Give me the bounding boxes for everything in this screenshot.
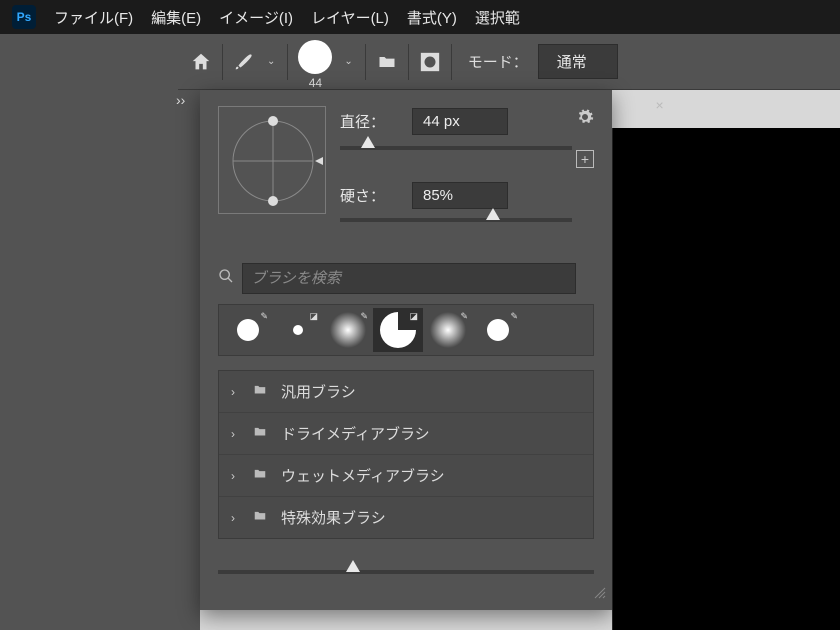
quick-mask-icon[interactable] xyxy=(419,51,441,73)
preset-soft-round[interactable]: ✎ xyxy=(323,308,373,352)
folder-icon xyxy=(251,509,269,527)
brush-size-label: 44 xyxy=(298,76,332,90)
diameter-slider-thumb[interactable] xyxy=(361,136,375,148)
brush-icon: ✎ xyxy=(460,311,468,322)
folder-label: ドライメディアブラシ xyxy=(281,423,430,444)
preset-angle-round[interactable]: ◪ xyxy=(373,308,423,352)
folder-label: ウェットメディアブラシ xyxy=(281,465,445,486)
collapsed-tool-strip[interactable]: ›› xyxy=(176,90,200,630)
diameter-label: 直径： xyxy=(340,111,398,132)
thumbnail-size-thumb[interactable] xyxy=(346,560,360,572)
diameter-input[interactable] xyxy=(412,108,508,135)
menu-bar: Ps ファイル(F) 編集(E) イメージ(I) レイヤー(L) 書式(Y) 選… xyxy=(0,0,840,34)
brush-preset-picker[interactable]: 44 xyxy=(298,40,332,90)
resize-grip-icon[interactable] xyxy=(592,585,606,604)
brush-preset-panel: 直径： 硬さ： + ✎ ◪ xyxy=(200,90,612,610)
divider xyxy=(451,44,452,80)
close-tab-icon[interactable]: × xyxy=(655,97,663,113)
brush-icon: ✎ xyxy=(510,311,518,322)
folder-special-effects-brushes[interactable]: › 特殊効果ブラシ xyxy=(219,497,593,538)
brush-preset-chevron-icon[interactable]: ⌄ xyxy=(342,56,354,67)
chevron-right-icon: › xyxy=(231,511,239,525)
folder-wet-media-brushes[interactable]: › ウェットメディアブラシ xyxy=(219,455,593,497)
diameter-slider[interactable] xyxy=(340,146,572,150)
folder-icon xyxy=(251,467,269,485)
blend-mode-label: モード： xyxy=(468,51,528,72)
hardness-slider-thumb[interactable] xyxy=(486,208,500,220)
menu-image[interactable]: イメージ(I) xyxy=(219,7,293,28)
brush-icon: ✎ xyxy=(260,311,268,322)
app-logo: Ps xyxy=(12,5,36,29)
folder-icon xyxy=(251,425,269,443)
options-bar: ⌄ 44 ⌄ モード： 通常 xyxy=(178,34,840,90)
brush-swatch-icon xyxy=(298,40,332,74)
folder-icon xyxy=(251,383,269,401)
divider xyxy=(287,44,288,80)
menu-file[interactable]: ファイル(F) xyxy=(54,7,133,28)
divider xyxy=(408,44,409,80)
brush-tool-icon[interactable] xyxy=(233,51,255,73)
gear-icon[interactable] xyxy=(576,108,594,131)
preset-hard-round-2[interactable]: ✎ xyxy=(473,308,523,352)
preset-soft-round-2[interactable]: ✎ xyxy=(423,308,473,352)
divider xyxy=(222,44,223,80)
divider xyxy=(365,44,366,80)
document-tab-title: 7/8) * xyxy=(612,97,645,113)
left-gutter xyxy=(0,34,178,630)
menu-layer[interactable]: レイヤー(L) xyxy=(311,7,389,28)
eraser-icon: ◪ xyxy=(309,311,318,322)
document-tab[interactable]: 7/8) * × xyxy=(612,90,664,120)
chevron-right-icon: › xyxy=(231,427,239,441)
chevron-right-icon: › xyxy=(231,385,239,399)
brush-angle-widget[interactable] xyxy=(218,106,326,214)
new-preset-icon[interactable]: + xyxy=(576,150,594,168)
expand-chevrons-icon[interactable]: ›› xyxy=(176,92,185,108)
preset-hard-round[interactable]: ✎ xyxy=(223,308,273,352)
thumbnail-size-slider[interactable] xyxy=(218,570,594,574)
brush-icon: ✎ xyxy=(360,311,368,322)
hardness-slider[interactable] xyxy=(340,218,572,222)
menu-select[interactable]: 選択範 xyxy=(475,7,520,28)
brush-tool-chevron-icon[interactable]: ⌄ xyxy=(265,56,277,67)
home-icon[interactable] xyxy=(190,51,212,73)
search-icon xyxy=(218,268,234,289)
hardness-label: 硬さ： xyxy=(340,185,398,206)
preset-small-hard[interactable]: ◪ xyxy=(273,308,323,352)
brush-preset-row: ✎ ◪ ✎ ◪ ✎ ✎ xyxy=(218,304,594,356)
folder-dry-media-brushes[interactable]: › ドライメディアブラシ xyxy=(219,413,593,455)
folder-general-brushes[interactable]: › 汎用ブラシ xyxy=(219,371,593,413)
menu-type[interactable]: 書式(Y) xyxy=(407,7,457,28)
brush-settings-toggle-icon[interactable] xyxy=(376,52,398,72)
folder-label: 汎用ブラシ xyxy=(281,381,356,402)
folder-label: 特殊効果ブラシ xyxy=(281,507,386,528)
eraser-icon: ◪ xyxy=(409,311,418,322)
brush-folder-list: › 汎用ブラシ › ドライメディアブラシ › ウェットメディアブラシ › 特殊効… xyxy=(218,370,594,539)
chevron-right-icon: › xyxy=(231,469,239,483)
brush-search-input[interactable] xyxy=(242,263,576,294)
canvas[interactable] xyxy=(612,128,840,630)
hardness-input[interactable] xyxy=(412,182,508,209)
menu-edit[interactable]: 編集(E) xyxy=(151,7,201,28)
blend-mode-dropdown[interactable]: 通常 xyxy=(538,44,618,79)
